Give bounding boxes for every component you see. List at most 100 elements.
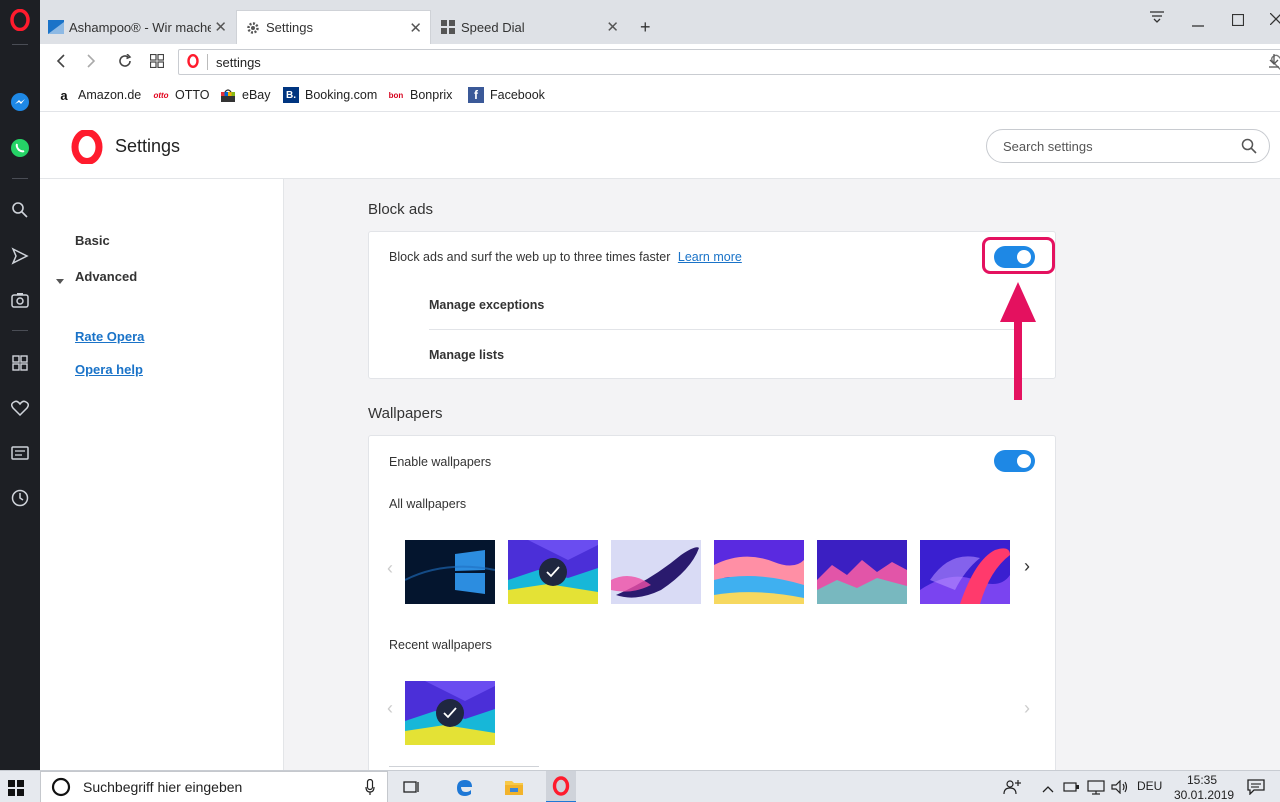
flow-send-icon[interactable] <box>8 244 32 268</box>
learn-more-link[interactable]: Learn more <box>678 250 742 264</box>
new-tab-button[interactable]: + <box>632 10 662 44</box>
carousel-prev-icon[interactable]: ‹ <box>387 558 393 579</box>
wallpaper-thumb-selected[interactable] <box>508 540 598 604</box>
caret-down-icon[interactable] <box>56 273 64 288</box>
close-window-icon[interactable] <box>1269 12 1280 30</box>
close-tab-icon[interactable]: ✕ <box>409 19 422 37</box>
speed-dial-icon[interactable] <box>8 351 32 375</box>
opera-taskbar-icon[interactable] <box>546 771 576 802</box>
wallpaper-thumb[interactable] <box>817 540 907 604</box>
tab-title: Speed Dial <box>461 19 525 35</box>
bookmark-label: Booking.com <box>305 88 378 102</box>
forward-icon[interactable] <box>80 50 102 72</box>
bookmarks-bar: a Amazon.de otto OTTO eBay B. Booking.co… <box>40 80 1280 112</box>
network-icon[interactable] <box>1084 775 1108 799</box>
back-icon[interactable] <box>50 50 72 72</box>
manage-exceptions-row[interactable]: Manage exceptions <box>429 298 544 312</box>
clock-date[interactable]: 30.01.2019 <box>1174 788 1234 802</box>
minimize-icon[interactable] <box>1192 14 1204 32</box>
task-view-icon[interactable] <box>400 775 424 799</box>
news-icon[interactable] <box>8 441 32 465</box>
windows-taskbar: Suchbegriff hier eingeben DEU 15:35 30.0… <box>0 770 1280 802</box>
recent-wallpaper-thumb-selected[interactable] <box>405 681 495 745</box>
heart-bookmarks-icon[interactable] <box>8 396 32 420</box>
notification-center-icon[interactable] <box>1244 775 1268 799</box>
tab-ashampoo[interactable]: Ashampoo® - Wir machen ✕ <box>40 10 235 44</box>
wallpaper-thumb[interactable] <box>714 540 804 604</box>
maximize-icon[interactable] <box>1231 13 1245 31</box>
clock-time[interactable]: 15:35 <box>1187 773 1217 787</box>
close-tab-icon[interactable]: ✕ <box>606 18 619 36</box>
taskbar-search-box[interactable]: Suchbegriff hier eingeben <box>40 771 388 802</box>
whatsapp-icon[interactable] <box>8 136 32 160</box>
scroll-indicator <box>389 766 539 767</box>
opera-help-link[interactable]: Opera help <box>75 362 143 377</box>
search-icon[interactable] <box>8 198 32 222</box>
highlight-box <box>982 237 1055 274</box>
tabs-grid-icon[interactable] <box>146 50 168 72</box>
address-divider <box>207 54 208 70</box>
highlight-arrow-icon <box>998 282 1038 405</box>
bookmark-label: OTTO <box>175 88 210 102</box>
download-icon[interactable] <box>1269 54 1279 71</box>
people-icon[interactable] <box>1000 775 1024 799</box>
wallpaper-thumb[interactable] <box>405 540 495 604</box>
microphone-icon[interactable] <box>365 778 375 798</box>
tray-chevron-up-icon[interactable] <box>1036 777 1060 801</box>
bookmark-bonprix[interactable]: bon Bonprix <box>388 87 453 103</box>
recent-prev-icon[interactable]: ‹ <box>387 698 393 719</box>
url-text[interactable]: settings <box>216 55 261 70</box>
ebay-icon <box>220 87 236 103</box>
block-ads-label: Block ads and surf the web up to three t… <box>389 250 671 264</box>
enable-wallpapers-toggle[interactable] <box>994 450 1035 472</box>
language-indicator[interactable]: DEU <box>1137 779 1162 793</box>
history-clock-icon[interactable] <box>8 486 32 510</box>
bookmark-ebay[interactable]: eBay <box>220 87 271 103</box>
tab-menu-icon[interactable] <box>1150 10 1164 28</box>
carousel-next-icon[interactable]: › <box>1024 556 1030 577</box>
search-input[interactable] <box>1003 138 1223 154</box>
bookmark-otto[interactable]: otto OTTO <box>153 87 210 103</box>
gear-icon <box>245 20 261 36</box>
tab-settings[interactable]: Settings ✕ <box>236 10 431 44</box>
selected-check-icon <box>436 699 464 727</box>
amazon-icon: a <box>60 87 68 103</box>
messenger-icon[interactable] <box>8 90 32 114</box>
manage-lists-row[interactable]: Manage lists <box>429 348 504 362</box>
bookmark-booking[interactable]: B. Booking.com <box>283 87 377 103</box>
bookmark-amazon[interactable]: a Amazon.de <box>56 87 141 103</box>
reload-icon[interactable] <box>114 50 136 72</box>
wallpaper-thumb[interactable] <box>611 540 701 604</box>
search-icon[interactable] <box>1241 138 1257 157</box>
block-ads-card: Block ads and surf the web up to three t… <box>368 231 1056 379</box>
close-tab-icon[interactable]: ✕ <box>214 18 227 36</box>
settings-nav: Basic Advanced Rate Opera Opera help <box>40 179 284 770</box>
sidebar-divider <box>12 330 28 331</box>
nav-basic[interactable]: Basic <box>75 233 110 248</box>
tab-speed-dial[interactable]: Speed Dial ✕ <box>432 10 627 44</box>
bookmark-label: Amazon.de <box>78 88 142 102</box>
nav-advanced[interactable]: Advanced <box>75 269 137 284</box>
facebook-icon: f <box>468 87 484 103</box>
file-explorer-icon[interactable] <box>502 775 526 799</box>
edge-icon[interactable] <box>452 775 476 799</box>
bookmark-label: Bonprix <box>410 88 453 102</box>
power-plug-icon[interactable] <box>1060 775 1084 799</box>
wallpaper-thumb[interactable] <box>920 540 1010 604</box>
search-settings-field[interactable] <box>986 129 1270 163</box>
volume-icon[interactable] <box>1108 775 1132 799</box>
rate-opera-link[interactable]: Rate Opera <box>75 329 144 344</box>
toggle-knob <box>1017 454 1031 468</box>
address-bar[interactable]: settings <box>178 49 1280 75</box>
speed-dial-icon <box>440 19 456 35</box>
selected-check-icon <box>539 558 567 586</box>
recent-next-icon[interactable]: › <box>1024 698 1030 719</box>
windows-start-icon[interactable] <box>8 780 24 799</box>
opera-sidebar <box>0 0 40 770</box>
tab-title: Ashampoo® - Wir machen <box>69 19 211 35</box>
wallpapers-heading: Wallpapers <box>368 405 443 422</box>
bookmark-facebook[interactable]: f Facebook <box>468 87 545 103</box>
opera-menu-icon[interactable] <box>8 8 32 32</box>
block-ads-heading: Block ads <box>368 201 434 218</box>
camera-snapshot-icon[interactable] <box>8 288 32 312</box>
